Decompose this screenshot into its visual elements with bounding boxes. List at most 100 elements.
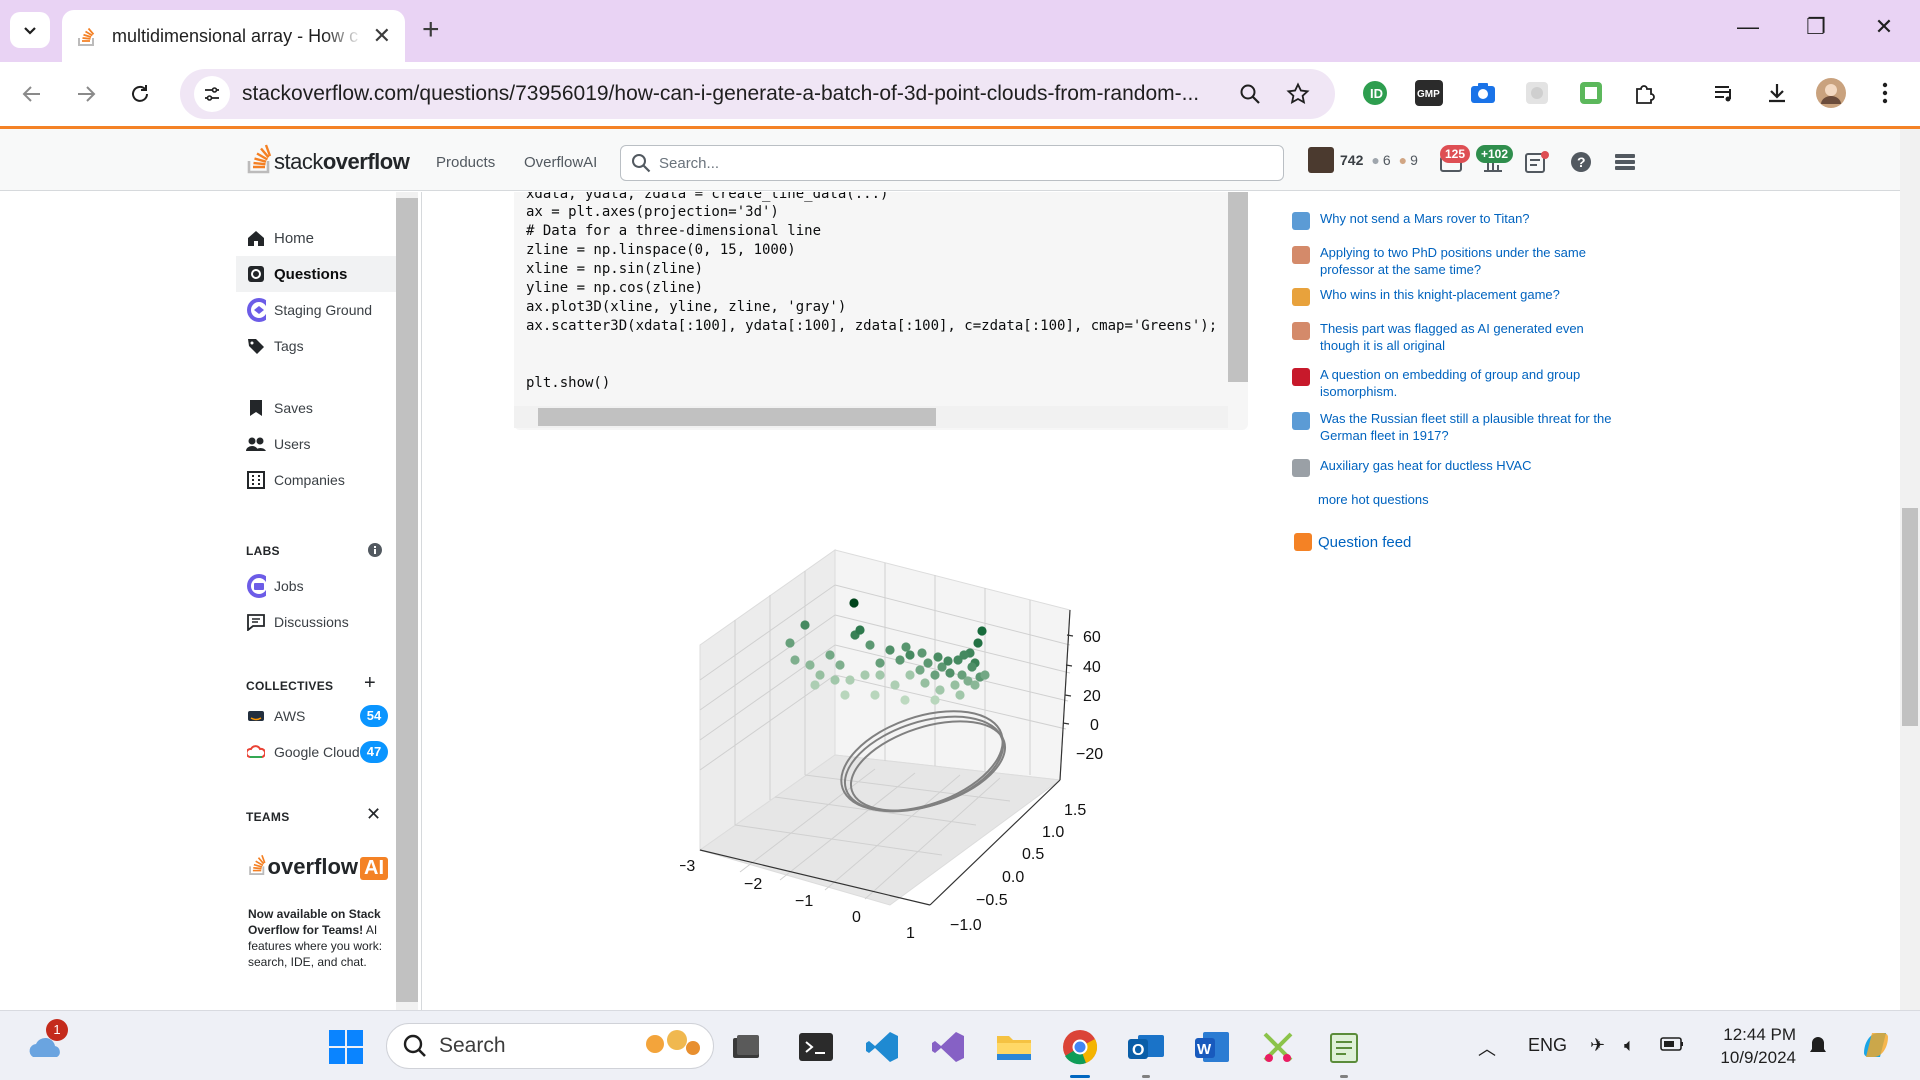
info-icon[interactable]: [368, 543, 382, 562]
discussions-icon: [246, 612, 266, 632]
question-feed-link[interactable]: Question feed: [1294, 533, 1411, 551]
extensions-puzzle-icon[interactable]: [1630, 78, 1660, 108]
copilot-icon[interactable]: [1858, 1027, 1894, 1068]
close-window-button[interactable]: ✕: [1864, 14, 1904, 40]
clock-date: 10/9/2024: [1720, 1048, 1796, 1067]
tab-search-button[interactable]: [10, 12, 50, 48]
sidebar-item-home[interactable]: Home: [236, 220, 396, 256]
review-queue-icon[interactable]: [1524, 149, 1550, 175]
profile-avatar-icon[interactable]: [1816, 78, 1846, 108]
nav-overflowai[interactable]: OverflowAI: [524, 154, 597, 171]
zoom-icon[interactable]: [1232, 76, 1268, 112]
sidebar-item-discussions[interactable]: Discussions: [236, 604, 396, 640]
hot-question-link[interactable]: Why not send a Mars rover to Titan?: [1320, 210, 1530, 230]
z-tick-label: −20: [1076, 746, 1103, 763]
reload-button[interactable]: [122, 76, 158, 112]
start-button[interactable]: [326, 1027, 366, 1067]
nav-products[interactable]: Products: [436, 154, 495, 171]
sidebar-item-questions[interactable]: Questions: [236, 256, 396, 292]
notepad-plus-icon[interactable]: [1324, 1027, 1364, 1067]
scatter-point: [870, 690, 880, 700]
vscode-icon[interactable]: [862, 1027, 902, 1067]
hot-question-link[interactable]: Was the Russian fleet still a plausible …: [1320, 410, 1622, 444]
sidebar-item-staging-ground[interactable]: Staging Ground: [236, 292, 396, 328]
scatter-point: [815, 670, 825, 680]
browser-menu-icon[interactable]: [1870, 78, 1900, 108]
download-icon[interactable]: [1762, 78, 1792, 108]
hot-question-link[interactable]: Applying to two PhD positions under the …: [1320, 244, 1622, 278]
extension-gmp-icon[interactable]: GMP: [1414, 78, 1444, 108]
new-tab-button[interactable]: +: [422, 15, 440, 45]
tab-close-icon[interactable]: ✕: [373, 23, 391, 49]
scatter-point: [865, 640, 875, 650]
visual-studio-icon[interactable]: [928, 1027, 968, 1067]
hot-question-item[interactable]: Applying to two PhD positions under the …: [1292, 244, 1622, 278]
collective-count: 54: [360, 705, 388, 727]
extension-grey-icon[interactable]: [1522, 78, 1552, 108]
address-bar[interactable]: stackoverflow.com/questions/73956019/how…: [180, 69, 1335, 119]
word-icon[interactable]: W: [1192, 1027, 1232, 1067]
rep-change-badge: +102: [1476, 145, 1514, 163]
file-explorer-icon[interactable]: [994, 1027, 1034, 1067]
hot-question-item[interactable]: Why not send a Mars rover to Titan?: [1292, 210, 1622, 230]
media-controls-icon[interactable]: [1710, 78, 1740, 108]
site-info-icon[interactable]: [194, 76, 230, 112]
terminal-icon[interactable]: [796, 1027, 836, 1067]
task-view-icon[interactable]: [726, 1027, 766, 1067]
notifications-icon[interactable]: [1808, 1035, 1828, 1062]
system-clock[interactable]: 12:44 PM 10/9/2024: [1716, 1023, 1796, 1069]
sidebar-item-saves[interactable]: Saves: [236, 390, 396, 426]
printer-extension-icon[interactable]: [1576, 78, 1606, 108]
code-horizontal-scrollbar[interactable]: [538, 408, 936, 426]
hot-question-link[interactable]: A question on embedding of group and gro…: [1320, 366, 1622, 400]
bookmark-star-icon[interactable]: [1280, 76, 1316, 112]
forward-button[interactable]: [68, 76, 104, 112]
battery-icon[interactable]: [1660, 1035, 1684, 1056]
so-logo[interactable]: stackoverflow: [246, 143, 410, 175]
sidebar-item-aws[interactable]: AWS 54: [236, 698, 396, 734]
taskbar-search[interactable]: Search: [386, 1023, 714, 1069]
sidebar-item-users[interactable]: Users: [236, 426, 396, 462]
scatter-point: [977, 626, 987, 636]
page-scrollbar[interactable]: [1902, 508, 1918, 726]
scatter-point: [945, 668, 955, 678]
show-hidden-icons-icon[interactable]: ︿: [1478, 1035, 1496, 1061]
so-logo-icon: [247, 144, 272, 174]
hot-question-item[interactable]: Who wins in this knight-placement game?: [1292, 286, 1622, 306]
chrome-icon[interactable]: [1060, 1027, 1100, 1067]
help-icon[interactable]: ?: [1568, 149, 1594, 175]
hot-question-item[interactable]: Was the Russian fleet still a plausible …: [1292, 410, 1622, 444]
hot-question-item[interactable]: Thesis part was flagged as AI generated …: [1292, 320, 1622, 354]
volume-icon[interactable]: 🔈︎: [1624, 1035, 1635, 1056]
add-collective-icon[interactable]: +: [364, 672, 376, 695]
airplane-mode-icon[interactable]: ✈: [1590, 1035, 1605, 1056]
minimize-button[interactable]: —: [1728, 14, 1768, 40]
back-button[interactable]: [14, 76, 50, 112]
extension-green-icon[interactable]: ID: [1360, 78, 1390, 108]
so-search-input[interactable]: Search...: [620, 145, 1284, 181]
user-card[interactable]: 742 ● 6 ● 9: [1308, 147, 1418, 173]
browser-tab-active[interactable]: multidimensional array - How c ✕: [62, 10, 405, 62]
snipping-tool-icon[interactable]: [1258, 1027, 1298, 1067]
hot-question-link[interactable]: Auxiliary gas heat for ductless HVAC: [1320, 457, 1531, 477]
hot-question-link[interactable]: Who wins in this knight-placement game?: [1320, 286, 1560, 306]
sidebar-item-tags[interactable]: Tags: [236, 328, 396, 364]
code-vertical-scrollbar[interactable]: [1228, 192, 1248, 382]
language-indicator[interactable]: ENG: [1528, 1035, 1567, 1056]
scatter-point: [970, 680, 980, 690]
outlook-icon[interactable]: O: [1126, 1027, 1166, 1067]
hot-question-item[interactable]: A question on embedding of group and gro…: [1292, 366, 1622, 400]
site-switcher-icon[interactable]: [1612, 149, 1638, 175]
scatter-point: [875, 670, 885, 680]
sidebar-item-companies[interactable]: Companies: [236, 462, 396, 498]
sidebar-item-jobs[interactable]: Jobs: [236, 568, 396, 604]
more-hot-questions-link[interactable]: more hot questions: [1318, 492, 1429, 507]
sidebar-item-google-cloud[interactable]: Google Cloud 47: [236, 734, 396, 770]
close-teams-icon[interactable]: ✕: [366, 804, 381, 825]
google-cloud-icon: [246, 742, 266, 762]
restore-button[interactable]: ❐: [1796, 14, 1836, 40]
camera-extension-icon[interactable]: [1468, 78, 1498, 108]
aws-icon: [246, 706, 266, 726]
hot-question-link[interactable]: Thesis part was flagged as AI generated …: [1320, 320, 1622, 354]
hot-question-item[interactable]: Auxiliary gas heat for ductless HVAC: [1292, 457, 1622, 477]
